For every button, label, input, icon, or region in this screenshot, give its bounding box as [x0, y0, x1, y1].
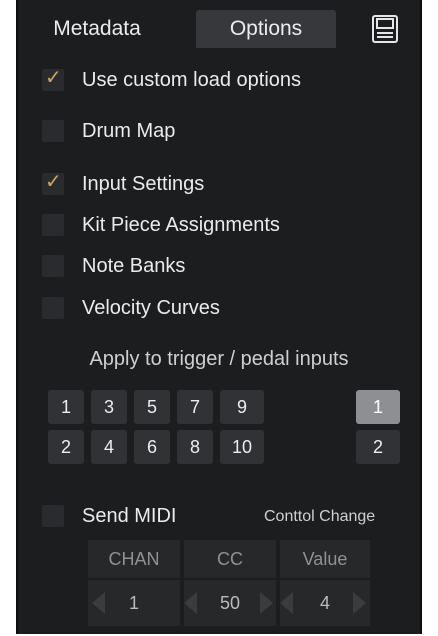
tab-options[interactable]: Options — [196, 10, 336, 48]
option-label: Input Settings — [82, 172, 205, 195]
load-options-panel: Metadata Options ✓ Use custom load optio… — [16, 0, 422, 634]
checkbox-note-banks[interactable] — [42, 255, 64, 277]
checkbox-velocity-curves[interactable] — [42, 297, 64, 319]
trigger-input-button[interactable]: 9 — [220, 390, 264, 424]
chan-decrement-icon[interactable] — [92, 592, 105, 614]
cc-decrement-icon[interactable] — [184, 592, 197, 614]
option-label: Use custom load options — [82, 68, 302, 91]
trigger-input-button[interactable]: 8 — [177, 430, 213, 464]
option-label: Kit Piece Assignments — [82, 213, 280, 236]
save-button[interactable] — [370, 14, 400, 44]
option-label: Note Banks — [82, 254, 186, 277]
pedal-input-button[interactable]: 2 — [356, 430, 400, 464]
option-label: Velocity Curves — [82, 296, 220, 319]
trigger-input-button[interactable]: 7 — [177, 390, 213, 424]
floppy-disk-icon — [372, 15, 398, 43]
option-drum-map[interactable]: Drum Map — [42, 117, 175, 145]
apply-inputs-label: Apply to trigger / pedal inputs — [89, 348, 349, 370]
send-midi-label: Send MIDI — [82, 504, 177, 527]
trigger-input-button[interactable]: 10 — [220, 430, 264, 464]
trigger-input-button[interactable]: 5 — [134, 390, 170, 424]
param-header-cc: CC — [184, 540, 276, 578]
value-increment-icon[interactable] — [353, 592, 366, 614]
trigger-input-button[interactable]: 3 — [91, 390, 127, 424]
trigger-input-button[interactable]: 4 — [91, 430, 127, 464]
checkbox-drum-map[interactable] — [42, 120, 64, 142]
trigger-input-button[interactable]: 1 — [48, 390, 84, 424]
pedal-input-button-selected[interactable]: 1 — [356, 390, 400, 424]
option-input-settings[interactable]: ✓ Input Settings — [42, 170, 204, 198]
send-midi-toggle[interactable]: Send MIDI — [42, 502, 176, 530]
param-header-value: Value — [280, 540, 370, 578]
midi-message-type[interactable]: Conttol Change — [264, 508, 375, 526]
trigger-input-button[interactable]: 2 — [48, 430, 84, 464]
tab-metadata[interactable]: Metadata — [32, 10, 162, 48]
value-decrement-icon[interactable] — [280, 592, 293, 614]
trigger-input-button[interactable]: 6 — [134, 430, 170, 464]
option-kit-piece-assignments[interactable]: Kit Piece Assignments — [42, 211, 280, 239]
checkbox-kit-piece-assignments[interactable] — [42, 214, 64, 236]
option-note-banks[interactable]: Note Banks — [42, 252, 185, 280]
checkbox-input-settings[interactable]: ✓ — [42, 171, 64, 195]
checkbox-send-midi[interactable] — [42, 505, 64, 527]
checkbox-use-custom-load[interactable]: ✓ — [42, 67, 64, 91]
checkmark-icon: ✓ — [45, 67, 62, 89]
cc-increment-icon[interactable] — [260, 592, 273, 614]
param-header-chan: CHAN — [88, 540, 180, 578]
option-use-custom-load[interactable]: ✓ Use custom load options — [42, 66, 301, 94]
checkmark-icon: ✓ — [45, 171, 62, 193]
option-velocity-curves[interactable]: Velocity Curves — [42, 294, 220, 322]
option-label: Drum Map — [82, 119, 176, 142]
